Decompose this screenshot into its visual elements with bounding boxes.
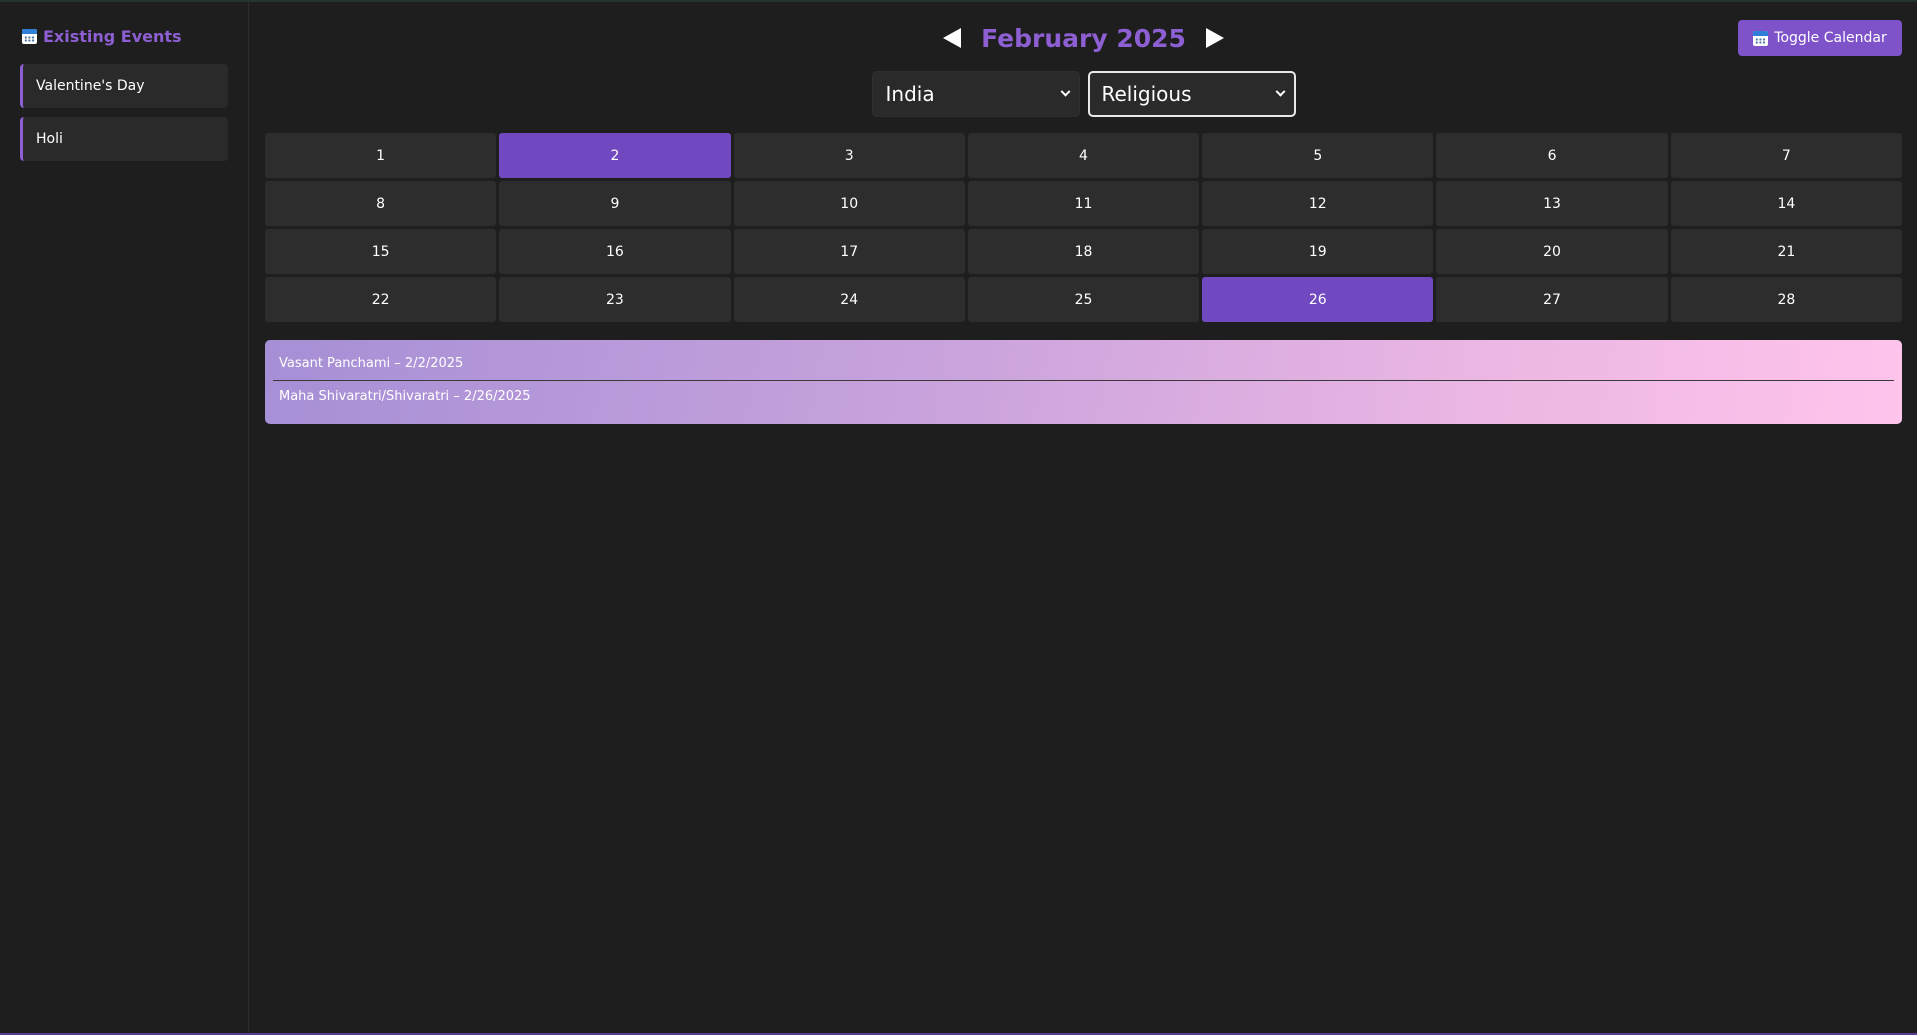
calendar-day-11[interactable]: 11 [967, 181, 1200, 226]
calendar-day-26[interactable]: 26 [1202, 277, 1434, 322]
calendar-day-13[interactable]: 13 [1436, 181, 1668, 226]
sidebar-event-item[interactable]: Valentine's Day [20, 64, 228, 108]
calendar-icon [22, 28, 37, 44]
sidebar: Existing Events Valentine's Day Holi [0, 2, 249, 1033]
calendar-day-17[interactable]: 17 [733, 229, 965, 274]
calendar-day-6[interactable]: 6 [1436, 133, 1668, 178]
calendar-day-22[interactable]: 22 [265, 277, 497, 322]
sidebar-event-label: Valentine's Day [36, 78, 145, 94]
holiday-list: Vasant Panchami – 2/2/2025 Maha Shivarat… [265, 340, 1902, 424]
chevron-down-icon [1060, 86, 1070, 97]
calendar-day-3[interactable]: 3 [733, 133, 965, 178]
month-navigation: February 2025 [265, 2, 1902, 72]
calendar-day-28[interactable]: 28 [1670, 277, 1902, 322]
category-select[interactable]: Religious [1087, 71, 1296, 117]
calendar-day-7[interactable]: 7 [1670, 133, 1902, 178]
calendar-day-27[interactable]: 27 [1436, 277, 1668, 322]
calendar-day-20[interactable]: 20 [1436, 229, 1668, 274]
calendar-day-16[interactable]: 16 [499, 229, 731, 274]
month-title: February 2025 [981, 23, 1186, 53]
calendar-day-8[interactable]: 8 [265, 181, 497, 226]
chevron-down-icon [1275, 86, 1285, 97]
filters: India Religious [265, 71, 1902, 117]
sidebar-title: Existing Events [20, 24, 228, 48]
calendar-day-19[interactable]: 19 [1202, 229, 1434, 274]
calendar-day-21[interactable]: 21 [1670, 229, 1902, 274]
category-select-value: Religious [1101, 82, 1192, 106]
calendar-day-10[interactable]: 10 [733, 181, 965, 226]
calendar-day-9[interactable]: 9 [499, 181, 731, 226]
holiday-item: Maha Shivaratri/Shivaratri – 2/26/2025 [273, 380, 1894, 414]
calendar-icon [1753, 30, 1769, 46]
calendar-day-25[interactable]: 25 [967, 277, 1200, 322]
calendar-day-14[interactable]: 14 [1670, 181, 1902, 226]
calendar-day-5[interactable]: 5 [1202, 133, 1434, 178]
calendar-day-4[interactable]: 4 [967, 133, 1200, 178]
toggle-calendar-button[interactable]: Toggle Calendar [1738, 20, 1902, 56]
next-month-icon[interactable] [1205, 28, 1224, 48]
calendar-day-23[interactable]: 23 [499, 277, 731, 322]
country-select-value: India [885, 82, 935, 106]
calendar-day-1[interactable]: 1 [265, 133, 497, 178]
holiday-item: Vasant Panchami – 2/2/2025 [279, 356, 464, 371]
sidebar-title-label: Existing Events [43, 26, 182, 46]
calendar-day-24[interactable]: 24 [733, 277, 965, 322]
previous-month-icon[interactable] [943, 28, 962, 48]
sidebar-event-label: Holi [36, 131, 63, 147]
country-select[interactable]: India [871, 71, 1080, 117]
calendar-day-12[interactable]: 12 [1202, 181, 1434, 226]
calendar-day-2[interactable]: 2 [499, 133, 731, 178]
calendar-day-18[interactable]: 18 [967, 229, 1200, 274]
sidebar-event-item[interactable]: Holi [20, 117, 228, 161]
app-root: Existing Events Valentine's Day Holi Tog… [0, 2, 1917, 1033]
toggle-calendar-label: Toggle Calendar [1774, 30, 1887, 46]
calendar-grid: 1 2 3 4 5 6 7 8 9 10 11 12 13 14 15 16 17 18 19 20 21 22 23 24 2… [265, 133, 1902, 322]
main-panel: Toggle Calendar February 2025 India Reli… [249, 2, 1917, 1033]
calendar-day-15[interactable]: 15 [265, 229, 497, 274]
